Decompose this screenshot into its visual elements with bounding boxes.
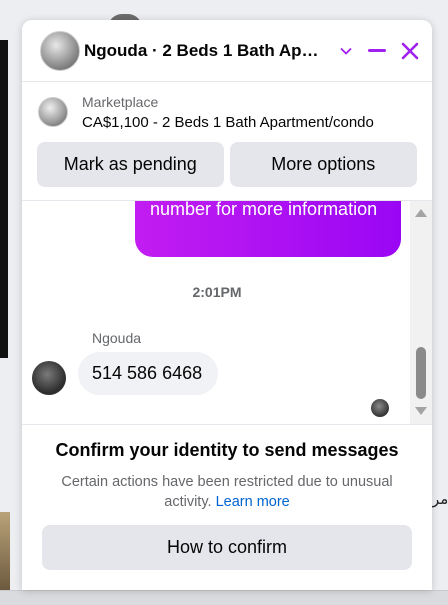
chevron-down-icon[interactable]	[340, 45, 352, 57]
message-timestamp: 2:01PM	[192, 284, 242, 300]
learn-more-link[interactable]: Learn more	[216, 494, 290, 510]
restriction-notice: Confirm your identity to send messages C…	[22, 424, 432, 590]
seen-indicator-avatar	[371, 399, 389, 417]
message-thread[interactable]: number for more information 2:01PM Ngoud…	[22, 200, 432, 424]
close-icon[interactable]	[400, 41, 420, 61]
listing-avatar[interactable]	[40, 30, 80, 71]
scroll-up-arrow-icon[interactable]	[415, 209, 427, 217]
listing-label: Marketplace	[82, 93, 159, 110]
scroll-down-arrow-icon[interactable]	[415, 407, 427, 415]
background-text: مر	[432, 491, 448, 508]
chat-header[interactable]: Ngouda · 2 Beds 1 Bath Ap…	[22, 20, 432, 82]
how-to-confirm-button[interactable]: How to confirm	[42, 525, 412, 570]
listing-thumbnail	[38, 97, 68, 127]
chat-window: Ngouda · 2 Beds 1 Bath Ap… Marketplace C…	[22, 20, 432, 590]
sender-avatar[interactable]	[32, 361, 66, 395]
sender-name: Ngouda	[92, 330, 142, 346]
restriction-title: Confirm your identity to send messages	[55, 440, 399, 460]
marketplace-listing[interactable]: Marketplace CA$1,100 - 2 Beds 1 Bath Apa…	[22, 82, 432, 142]
minimize-icon[interactable]	[368, 49, 386, 52]
incoming-message[interactable]: 514 586 6468	[78, 352, 218, 395]
mark-as-pending-button[interactable]: Mark as pending	[37, 142, 224, 187]
scrollbar-thumb[interactable]	[416, 347, 426, 399]
listing-actions: Mark as pending More options	[22, 142, 432, 187]
background-image	[0, 512, 10, 590]
chat-title[interactable]: Ngouda · 2 Beds 1 Bath Ap…	[84, 41, 328, 61]
more-options-button[interactable]: More options	[229, 142, 417, 187]
listing-title: CA$1,100 - 2 Beds 1 Bath Apartment/condo	[82, 113, 374, 131]
restriction-description: Certain actions have been restricted due…	[52, 472, 402, 512]
outgoing-message: number for more information	[135, 201, 401, 257]
background-panel	[0, 40, 8, 358]
taskbar-edge	[0, 590, 448, 605]
scrollbar[interactable]	[410, 201, 432, 424]
